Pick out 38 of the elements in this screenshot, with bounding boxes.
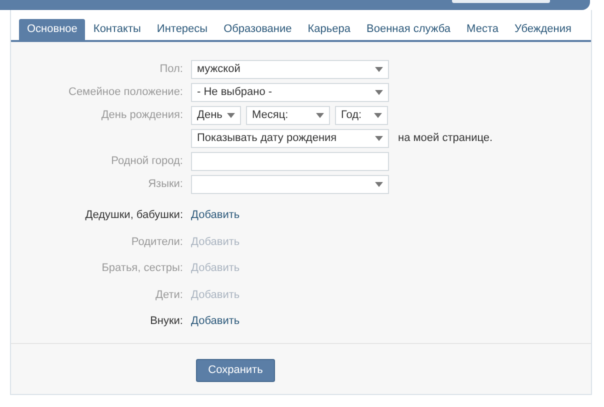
add-link[interactable]: Добавить bbox=[191, 313, 240, 330]
tab[interactable]: Убеждения bbox=[506, 19, 580, 40]
text-field[interactable] bbox=[191, 152, 389, 171]
dropdown[interactable] bbox=[191, 175, 389, 194]
dropdown[interactable]: - Не выбрано - bbox=[191, 83, 389, 102]
field-label: День рождения: bbox=[101, 109, 183, 122]
tab[interactable]: Военная служба bbox=[358, 19, 459, 40]
dropdown[interactable]: Год: bbox=[335, 106, 388, 125]
tab[interactable]: Образование bbox=[216, 19, 300, 40]
relative-label: Дети: bbox=[156, 288, 183, 300]
caret-icon bbox=[375, 67, 383, 72]
suffix-text: на моей странице. bbox=[398, 131, 493, 146]
field-label: Родной город: bbox=[111, 155, 183, 168]
caret-icon bbox=[375, 136, 383, 141]
dropdown[interactable]: мужской bbox=[191, 60, 389, 79]
add-link[interactable]: Добавить bbox=[191, 207, 240, 224]
search-field[interactable] bbox=[452, 0, 550, 3]
caret-icon bbox=[316, 113, 324, 118]
dropdown[interactable]: Показывать дату рождения bbox=[191, 129, 389, 148]
relative-label: Братья, сестры: bbox=[102, 262, 183, 274]
tab[interactable]: Интересы bbox=[148, 19, 216, 40]
caret-icon bbox=[374, 113, 382, 118]
save-button[interactable]: Сохранить bbox=[196, 359, 275, 382]
field-label: Языки: bbox=[148, 178, 183, 190]
tab[interactable]: Карьера bbox=[300, 19, 358, 40]
dropdown[interactable]: Месяц: bbox=[246, 106, 330, 125]
relative-label: Внуки: bbox=[150, 315, 183, 327]
caret-icon bbox=[227, 113, 235, 118]
dropdown[interactable]: День bbox=[191, 106, 241, 125]
caret-icon bbox=[375, 182, 383, 187]
tab[interactable]: Основное bbox=[19, 19, 86, 40]
tab[interactable]: Места bbox=[458, 19, 506, 40]
caret-icon bbox=[375, 90, 383, 95]
relative-label: Дедушки, бабушки: bbox=[85, 209, 183, 221]
tab[interactable]: Контакты bbox=[85, 19, 149, 40]
relative-label: Родители: bbox=[131, 236, 183, 248]
field-label: Семейное положение: bbox=[68, 86, 183, 98]
field-label: Пол: bbox=[160, 63, 183, 76]
